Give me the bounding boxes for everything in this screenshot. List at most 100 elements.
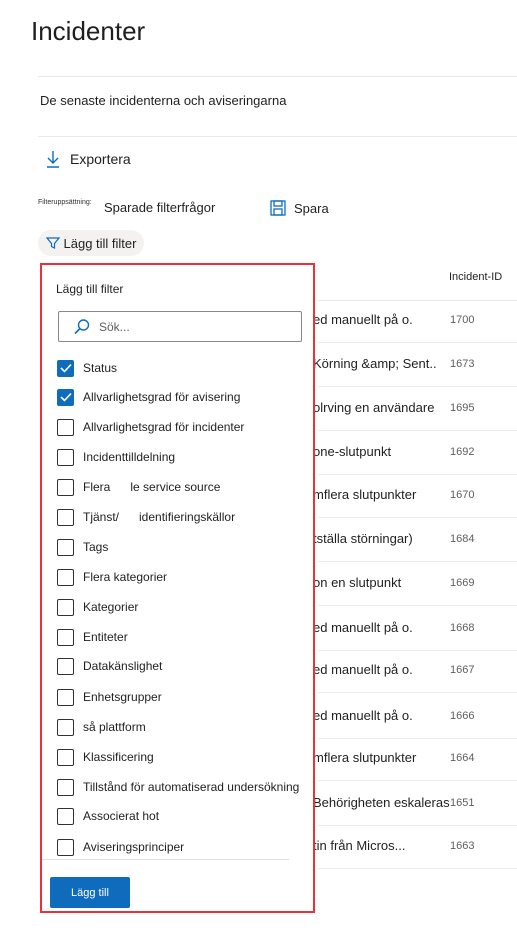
checkbox-checked[interactable] bbox=[57, 388, 74, 406]
incident-name[interactable]: one-slutpunkt bbox=[313, 444, 391, 459]
filter-option[interactable]: Entiteter bbox=[57, 627, 128, 647]
divider bbox=[42, 859, 289, 860]
row-divider bbox=[318, 386, 517, 387]
filter-option-label: så plattform bbox=[83, 720, 146, 734]
filter-option-label: Datakänslighet bbox=[83, 659, 163, 673]
filter-option[interactable]: Allvarlighetsgrad för incidenter bbox=[57, 417, 244, 437]
incident-id: 1663 bbox=[450, 840, 475, 852]
export-button[interactable]: Exportera bbox=[46, 150, 131, 168]
panel-title: Lägg till filter bbox=[56, 282, 124, 296]
checkbox[interactable] bbox=[57, 748, 74, 766]
filter-option[interactable]: Allvarlighetsgrad för avisering bbox=[57, 387, 240, 407]
save-icon bbox=[270, 200, 286, 216]
add-filter-panel: Lägg till filter Sök... Status Allvarligh… bbox=[40, 263, 315, 913]
incident-name[interactable]: mflera slutpunkter bbox=[313, 487, 416, 502]
checkmark-icon bbox=[59, 392, 72, 402]
filter-option[interactable]: Aviseringsprinciper bbox=[57, 837, 184, 857]
save-button[interactable]: Spara bbox=[270, 200, 329, 216]
checkbox[interactable] bbox=[57, 568, 74, 586]
row-divider bbox=[318, 561, 517, 562]
save-label: Spara bbox=[294, 200, 329, 216]
row-divider bbox=[318, 825, 517, 826]
row-divider bbox=[318, 868, 517, 869]
checkbox[interactable] bbox=[57, 538, 74, 556]
checkbox[interactable] bbox=[57, 448, 74, 466]
row-divider bbox=[318, 517, 517, 518]
incident-id: 1668 bbox=[450, 622, 475, 634]
row-divider bbox=[318, 738, 517, 739]
checkbox[interactable] bbox=[57, 628, 74, 646]
filter-option[interactable]: Enhetsgrupper bbox=[57, 687, 162, 707]
filter-option[interactable]: Tjänst/ identifieringskällor bbox=[57, 507, 235, 527]
filter-search-input[interactable]: Sök... bbox=[58, 311, 302, 342]
incident-id: 1684 bbox=[450, 533, 475, 545]
checkbox[interactable] bbox=[57, 598, 74, 616]
incident-name[interactable]: Körning &amp; Sent.. bbox=[313, 356, 437, 371]
page-title: Incidenter bbox=[31, 16, 146, 46]
filterset-label: Filteruppsättning: bbox=[38, 199, 92, 206]
checkbox[interactable] bbox=[57, 778, 74, 796]
row-divider bbox=[318, 430, 517, 431]
row-divider bbox=[318, 605, 517, 606]
divider bbox=[38, 136, 517, 137]
incident-id: 1670 bbox=[450, 489, 475, 501]
filter-option[interactable]: Flera kategorier bbox=[57, 567, 167, 587]
checkbox[interactable] bbox=[57, 478, 74, 496]
checkbox[interactable] bbox=[57, 657, 74, 675]
divider bbox=[318, 300, 517, 301]
add-button[interactable]: Lägg till bbox=[50, 877, 130, 908]
incident-name[interactable]: Behörigheten eskaleras bbox=[313, 795, 450, 810]
page-subtitle: De senaste incidenterna och aviseringarn… bbox=[40, 93, 287, 108]
row-divider bbox=[318, 650, 517, 651]
filter-option-label: Tillstånd för automatiserad undersökning bbox=[83, 780, 300, 794]
filter-option-label: Aviseringsprinciper bbox=[83, 840, 185, 854]
incident-id: 1673 bbox=[450, 358, 475, 370]
incident-name[interactable]: tin från Micros... bbox=[313, 838, 405, 853]
filter-option[interactable]: Kategorier bbox=[57, 597, 138, 617]
filter-option[interactable]: Status bbox=[57, 358, 117, 378]
incident-name[interactable]: olrving en användare bbox=[313, 400, 434, 415]
divider bbox=[38, 76, 517, 77]
checkbox[interactable] bbox=[57, 807, 74, 825]
incident-id-header[interactable]: Incident-ID bbox=[449, 271, 502, 283]
filter-option-label: Enhetsgrupper bbox=[83, 690, 162, 704]
filter-option[interactable]: Tillstånd för automatiserad undersökning bbox=[57, 777, 299, 797]
incident-id: 1695 bbox=[450, 402, 475, 414]
checkbox[interactable] bbox=[57, 418, 74, 436]
incident-name[interactable]: ed manuellt på o. bbox=[313, 620, 413, 635]
checkbox[interactable] bbox=[57, 838, 74, 856]
add-filter-button[interactable]: Lägg till filter bbox=[38, 230, 144, 256]
add-filter-label: Lägg till filter bbox=[63, 235, 137, 251]
checkbox[interactable] bbox=[57, 508, 74, 526]
filter-option-label: Status bbox=[83, 361, 118, 375]
filter-option-label: Flera le service source bbox=[83, 480, 221, 494]
checkbox-checked[interactable] bbox=[57, 359, 74, 377]
incident-name[interactable]: on en slutpunkt bbox=[313, 575, 401, 590]
checkbox[interactable] bbox=[57, 718, 74, 736]
filter-option[interactable]: Tags bbox=[57, 537, 108, 557]
filter-option[interactable]: Associerat hot bbox=[57, 806, 159, 826]
incident-name[interactable]: mflera slutpunkter bbox=[313, 750, 416, 765]
incident-name[interactable]: tställa störningar) bbox=[313, 531, 413, 546]
saved-queries-dropdown[interactable]: Sparade filterfrågor bbox=[104, 200, 215, 215]
filter-option[interactable]: så plattform bbox=[57, 717, 146, 737]
row-divider bbox=[318, 474, 517, 475]
incident-name[interactable]: ed manuellt på o. bbox=[313, 662, 413, 677]
row-divider bbox=[318, 692, 517, 693]
incident-id: 1669 bbox=[450, 577, 475, 589]
filter-option[interactable]: Incidenttilldelning bbox=[57, 447, 175, 467]
filter-option[interactable]: Klassificering bbox=[57, 747, 154, 767]
filter-option-label: Flera kategorier bbox=[83, 570, 168, 584]
incident-name[interactable]: ed manuellt på o. bbox=[313, 312, 413, 327]
row-divider bbox=[318, 342, 517, 343]
checkbox[interactable] bbox=[57, 688, 74, 706]
incident-id: 1692 bbox=[450, 446, 475, 458]
incident-id: 1664 bbox=[450, 752, 475, 764]
filter-option[interactable]: Datakänslighet bbox=[57, 656, 162, 676]
download-icon bbox=[47, 151, 59, 168]
incident-id: 1651 bbox=[450, 797, 475, 809]
filter-option-label: Tags bbox=[83, 540, 109, 554]
incident-name[interactable]: ed manuellt på o. bbox=[313, 708, 413, 723]
filter-icon bbox=[45, 237, 60, 249]
filter-option[interactable]: Flera le service source bbox=[57, 477, 220, 497]
